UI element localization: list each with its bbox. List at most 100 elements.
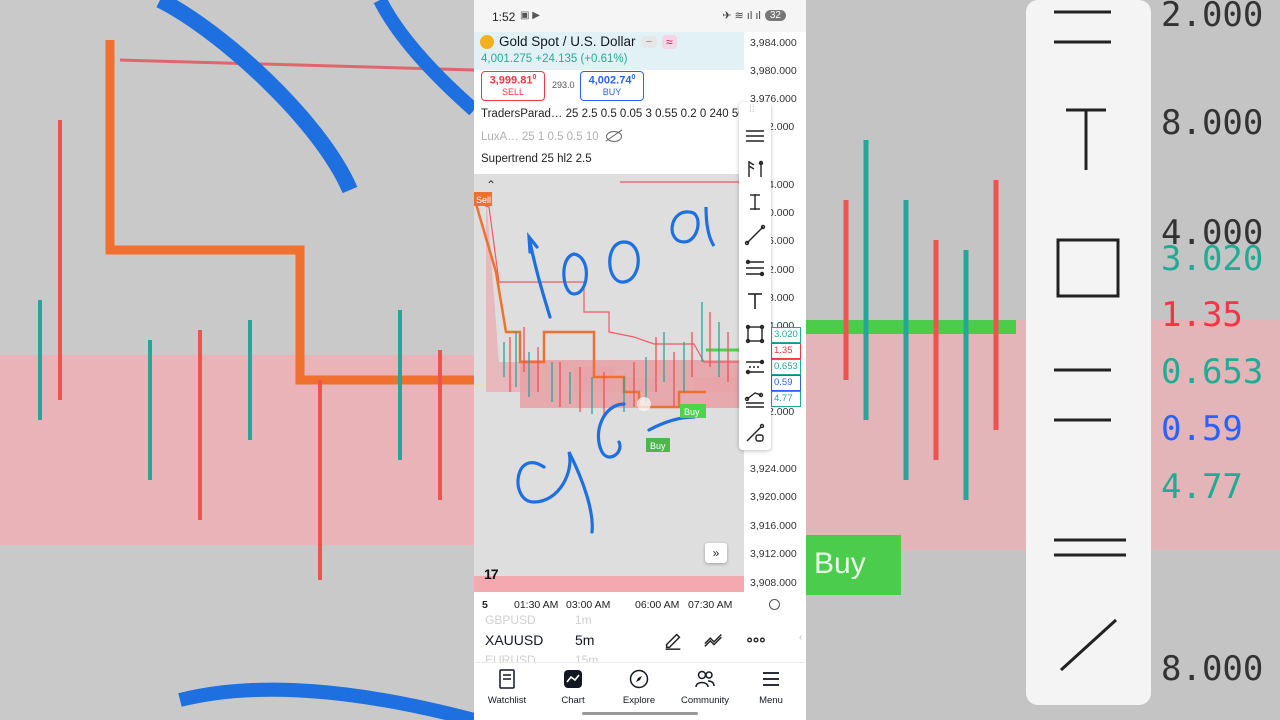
watchlist-icon	[499, 669, 515, 689]
people-icon	[695, 670, 715, 688]
cursor-text-icon[interactable]	[743, 190, 767, 214]
chevron-up-icon[interactable]: ⌃	[486, 178, 496, 192]
sell-button[interactable]: 3,999.810 SELL	[481, 71, 545, 101]
buy-label: BUY	[602, 86, 622, 97]
indicators-icon[interactable]	[703, 629, 725, 651]
nav-watchlist[interactable]: Watchlist	[474, 667, 540, 706]
menu-icon	[763, 672, 779, 686]
eye-off-icon[interactable]	[605, 131, 622, 143]
price-tag-red: 1.35	[771, 343, 801, 359]
price-label: 0.000	[768, 207, 795, 219]
drawing-toolbar: ⁞⁞	[739, 102, 771, 450]
horizontal-lines-icon[interactable]	[743, 124, 767, 148]
symbol-title[interactable]: Gold Spot / U.S. Dollar	[499, 34, 636, 49]
svg-text:0.59: 0.59	[1161, 409, 1243, 449]
svg-text:2.000: 2.000	[1161, 0, 1263, 35]
time-label: 06:00 AM	[635, 599, 680, 611]
svg-text:1.35: 1.35	[1161, 295, 1243, 335]
buy-button[interactable]: 4,002.740 BUY	[580, 71, 644, 101]
price-label: 3,912.000	[750, 548, 797, 560]
price-tag-green: 0.653	[771, 359, 801, 375]
background-left-art	[0, 0, 474, 720]
tradingview-logo: 17	[484, 566, 499, 582]
chart-plot[interactable]: Sell Buy Buy Gold Spot / U.S. Dollar − ≈…	[474, 32, 745, 592]
nav-menu[interactable]: Menu	[738, 667, 804, 706]
rectangle-icon[interactable]	[743, 322, 767, 346]
price-tags: 3.020 1.35 0.653 0.59 4.77	[771, 327, 801, 407]
buy-signal-label-2: Buy	[650, 441, 666, 451]
svg-text:4.77: 4.77	[1161, 467, 1243, 507]
gold-coin-icon	[480, 34, 494, 49]
price-label: 3,908.000	[750, 577, 797, 589]
price-label: 2.000	[768, 406, 795, 418]
svg-text:8.000: 8.000	[1161, 649, 1263, 689]
text-tool-icon[interactable]	[743, 289, 767, 313]
handwriting-0b	[608, 240, 640, 284]
nav-explore[interactable]: Explore	[606, 667, 672, 706]
indicator-supertrend[interactable]: Supertrend 25 hl2 2.5	[481, 153, 592, 165]
phone-screen: 1:52 ▣ ▶ ✈ ≋ ıl ıl 32 Sell Buy Buy Gold …	[474, 0, 806, 720]
more-options-icon[interactable]	[745, 629, 767, 651]
indicator-traders-paradise[interactable]: TradersParad… 25 2.5 0.5 0.05 3 0.55 0.2…	[481, 108, 745, 120]
handwriting-9	[516, 451, 594, 534]
last-price: 4,001.275	[481, 53, 533, 65]
pencil-icon[interactable]	[662, 629, 684, 651]
notification-icons: ▣ ▶	[520, 10, 540, 21]
background-left-blur	[0, 0, 474, 720]
home-indicator[interactable]	[582, 712, 698, 715]
price-label: 3,916.000	[750, 520, 797, 532]
compass-icon	[629, 669, 649, 689]
drag-handle-icon[interactable]: ⁞⁞	[749, 104, 755, 115]
buy-signal-label-1: Buy	[684, 407, 700, 417]
nav-label: Explore	[622, 695, 656, 706]
time-label: 07:30 AM	[688, 599, 733, 611]
pitchfork-icon[interactable]	[743, 157, 767, 181]
signal-icons: ✈ ≋ ıl ıl	[722, 10, 761, 22]
measure-icon[interactable]	[743, 421, 767, 445]
battery-badge: 32	[764, 10, 786, 21]
buy-price-sup: 0	[631, 74, 636, 81]
timeframe-selector[interactable]: 5m	[575, 632, 594, 648]
price-label: 3,980.000	[750, 65, 797, 77]
handwriting-0a	[562, 252, 588, 296]
nav-label: Chart	[561, 695, 585, 706]
collapse-pill[interactable]: −	[640, 35, 657, 48]
time-label: 01:30 AM	[514, 599, 559, 611]
handwriting-1	[527, 232, 552, 319]
price-label: 3,924.000	[750, 463, 797, 475]
spread-value: 293.0	[552, 80, 575, 90]
price-tag-blue: 0.59	[771, 375, 801, 391]
interval-label[interactable]: 5	[482, 599, 488, 611]
parallel-channel-icon[interactable]	[743, 355, 767, 379]
price-label: 2.000	[768, 264, 795, 276]
crosshair-dot	[637, 397, 651, 411]
price-tag-green: 4.77	[771, 391, 801, 407]
indicator-luxalgo[interactable]: LuxA… 25 1 0.5 0.5 10	[481, 131, 622, 143]
chart-area[interactable]: Sell Buy Buy Gold Spot / U.S. Dollar − ≈…	[474, 32, 806, 616]
trend-line-icon[interactable]	[743, 223, 767, 247]
price-label: 6.000	[768, 235, 795, 247]
background-right-blur: 2.000 8.000 4.000 8.000 3.020 1.35 0.653…	[806, 0, 1280, 720]
symbol-header[interactable]: Gold Spot / U.S. Dollar − ≈	[480, 34, 677, 49]
settings-gear-icon[interactable]	[769, 599, 780, 610]
price-label: 2.000	[768, 121, 795, 133]
price-tag-green: 3.020	[771, 327, 801, 343]
indicator-luxalgo-label: LuxA… 25 1 0.5 0.5 10	[481, 131, 599, 143]
symbol-selector[interactable]: XAUUSD	[485, 632, 543, 648]
nav-chart[interactable]: Chart	[540, 667, 606, 706]
market-status-icon[interactable]: ≈	[662, 34, 677, 49]
svg-text:Buy: Buy	[814, 547, 866, 580]
nav-community[interactable]: Community	[672, 667, 738, 706]
scroll-to-realtime-button[interactable]: »	[705, 543, 727, 563]
sell-label: SELL	[501, 86, 525, 97]
time-label: 03:00 AM	[566, 599, 611, 611]
upper-band-line	[474, 201, 744, 363]
fib-icon[interactable]	[743, 256, 767, 280]
system-icons: ✈ ≋ ıl ıl 32	[722, 9, 786, 22]
symbol-ghost-above: GBPUSD	[485, 613, 536, 627]
chart-icon	[564, 670, 582, 688]
price-label: 4.000	[768, 179, 795, 191]
elliott-wave-icon[interactable]	[743, 388, 767, 412]
price-label: 8.000	[768, 292, 795, 304]
sell-signal-label: Sell	[476, 195, 491, 205]
